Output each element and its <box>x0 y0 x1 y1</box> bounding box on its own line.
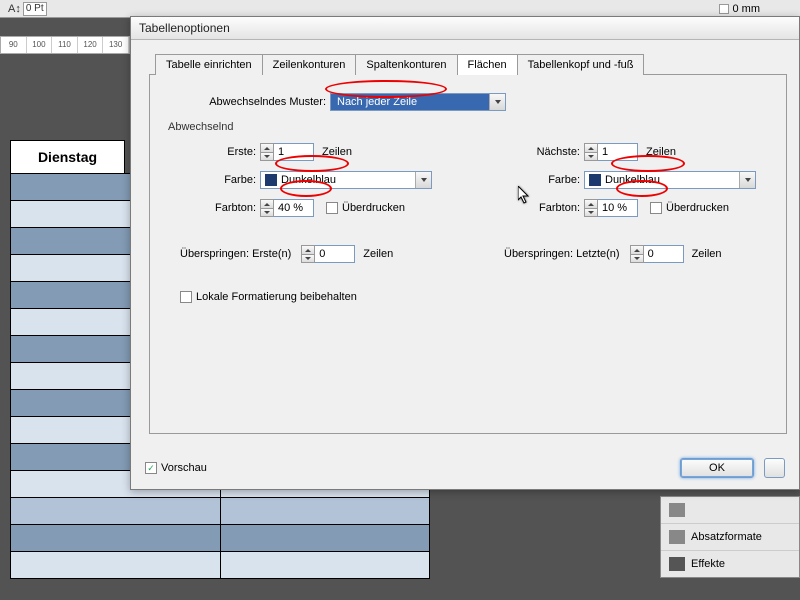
next-label: Nächste: <box>504 146 584 158</box>
skip-first-input[interactable] <box>315 245 355 263</box>
first-spinner[interactable] <box>260 143 314 161</box>
keep-local-checkbox[interactable]: Lokale Formatierung beibehalten <box>180 291 357 303</box>
chevron-down-icon <box>739 172 755 188</box>
checkbox-icon <box>145 462 157 474</box>
chevron-down-icon <box>415 172 431 188</box>
right-overprint-checkbox[interactable]: Überdrucken <box>650 202 729 214</box>
dialog-title: Tabellenoptionen <box>131 17 799 40</box>
parastyles-icon <box>669 530 685 544</box>
next-input[interactable] <box>598 143 638 161</box>
skip-first-label: Überspringen: Erste(n) <box>180 248 295 260</box>
next-button[interactable] <box>764 458 785 478</box>
pattern-combo[interactable]: Nach jeder Zeile <box>330 93 506 111</box>
side-panels: Absatzformate Effekte <box>660 496 800 578</box>
dialog-tabs: Tabelle einrichten Zeilenkonturen Spalte… <box>155 54 787 75</box>
right-color-combo[interactable]: Dunkelblau <box>584 171 756 189</box>
skip-last-input[interactable] <box>644 245 684 263</box>
cellstyles-icon <box>669 503 685 517</box>
left-tint-label: Farbton: <box>180 202 260 214</box>
right-tint-input[interactable] <box>598 199 638 217</box>
left-tint-spinner[interactable] <box>260 199 314 217</box>
left-color-combo[interactable]: Dunkelblau <box>260 171 432 189</box>
fx-icon <box>669 557 685 571</box>
table-column-header: Dienstag <box>10 140 125 174</box>
left-tint-input[interactable] <box>274 199 314 217</box>
tab-spaltenkonturen[interactable]: Spaltenkonturen <box>355 54 457 75</box>
tab-tabelle-einrichten[interactable]: Tabelle einrichten <box>155 54 263 75</box>
left-overprint-checkbox[interactable]: Überdrucken <box>326 202 405 214</box>
skip-last-spinner[interactable] <box>630 245 684 263</box>
first-label: Erste: <box>180 146 260 158</box>
tab-tabellenkopf-fuss[interactable]: Tabellenkopf und -fuß <box>517 54 645 75</box>
right-color-label: Farbe: <box>504 174 584 186</box>
panel-absatzformate[interactable]: Absatzformate <box>661 523 799 550</box>
panel-effekte[interactable]: Effekte <box>661 550 799 577</box>
ok-button[interactable]: OK <box>680 458 754 478</box>
horizontal-ruler: 90100110120130 <box>0 36 130 54</box>
color-swatch-icon <box>589 174 601 186</box>
tab-zeilenkonturen[interactable]: Zeilenkonturen <box>262 54 357 75</box>
checkbox-icon <box>650 202 662 214</box>
color-swatch-icon <box>265 174 277 186</box>
right-tint-spinner[interactable] <box>584 199 638 217</box>
right-tint-label: Farbton: <box>504 202 584 214</box>
checkbox-icon <box>326 202 338 214</box>
table-options-dialog: Tabellenoptionen Tabelle einrichten Zeil… <box>130 16 800 490</box>
skip-last-label: Überspringen: Letzte(n) <box>504 248 624 260</box>
chevron-down-icon <box>489 94 505 110</box>
preview-checkbox[interactable]: Vorschau <box>145 462 207 474</box>
tab-panel-flaechen: Abwechselndes Muster: Nach jeder Zeile A… <box>149 74 787 434</box>
group-label: Abwechselnd <box>168 121 768 133</box>
next-unit: Zeilen <box>646 146 676 158</box>
pattern-label: Abwechselndes Muster: <box>180 96 330 108</box>
checkbox-icon <box>180 291 192 303</box>
first-unit: Zeilen <box>322 146 352 158</box>
next-spinner[interactable] <box>584 143 638 161</box>
pt-field[interactable]: 0 Pt <box>23 2 47 16</box>
tab-flaechen[interactable]: Flächen <box>457 54 518 75</box>
left-color-label: Farbe: <box>180 174 260 186</box>
panel-zellenformate[interactable] <box>661 497 799 523</box>
skip-first-spinner[interactable] <box>301 245 355 263</box>
first-input[interactable] <box>274 143 314 161</box>
